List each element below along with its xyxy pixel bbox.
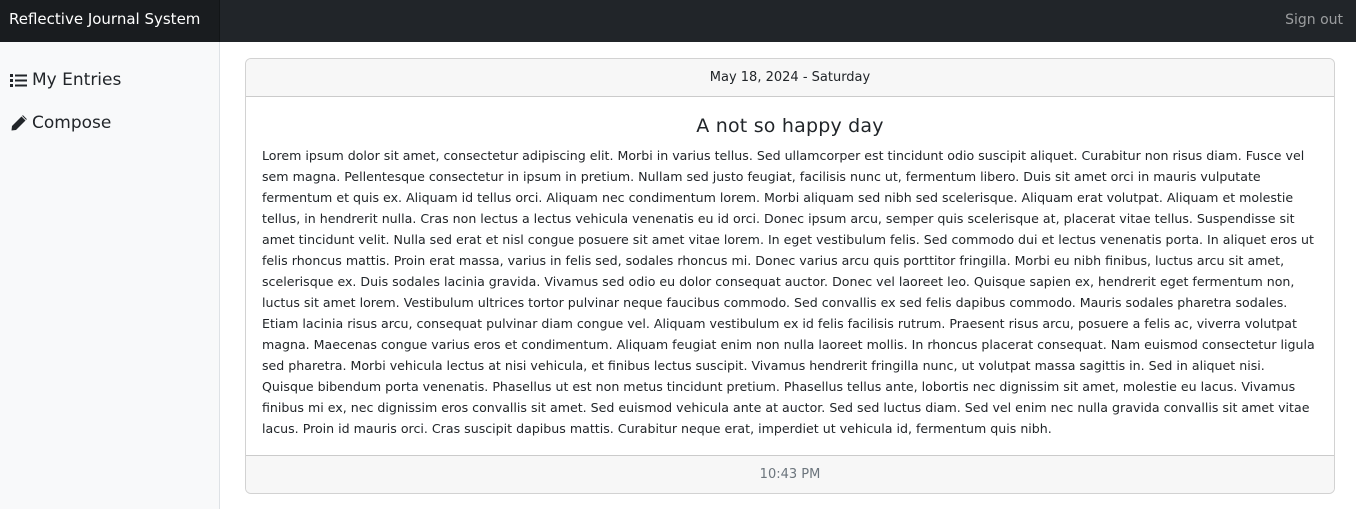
journal-entry-card: May 18, 2024 - Saturday A not so happy d… [245,58,1335,494]
sidebar-item-my-entries[interactable]: My Entries [9,68,121,92]
list-icon [9,71,27,89]
pencil-icon [9,114,27,132]
entry-date: May 18, 2024 - Saturday [246,59,1334,97]
sidebar-item-label: Compose [32,113,112,133]
entry-title: A not so happy day [696,115,884,137]
entry-body-container: A not so happy day Lorem ipsum dolor sit… [246,97,1334,455]
sidebar-item-label: My Entries [32,70,122,90]
sign-out-link[interactable]: Sign out [1285,0,1343,42]
top-navbar: Reflective Journal System Sign out [0,0,1356,42]
brand-title[interactable]: Reflective Journal System [0,0,220,42]
sidebar: My Entries Compose [0,42,220,509]
sidebar-item-compose[interactable]: Compose [9,111,111,135]
entry-time: 10:43 PM [246,455,1334,493]
entry-text: Lorem ipsum dolor sit amet, consectetur … [262,148,1315,436]
